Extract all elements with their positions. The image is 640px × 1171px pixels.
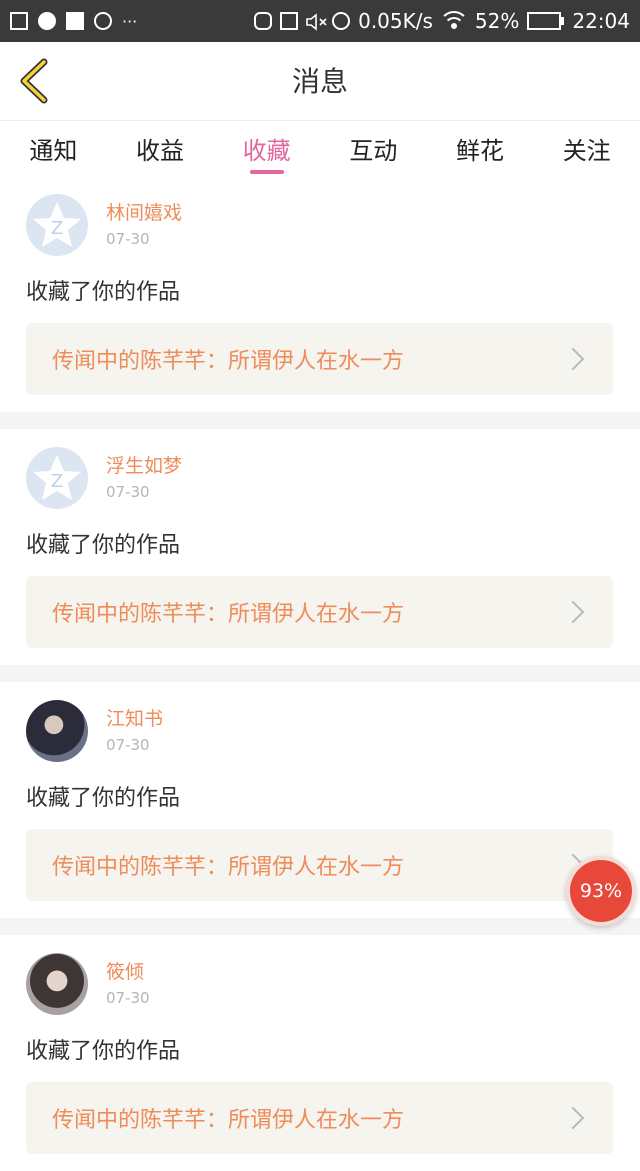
work-card[interactable]: 传闻中的陈芊芊：所谓伊人在水一方	[26, 576, 613, 648]
network-speed: 0.05K/s	[358, 9, 433, 33]
shield-icon	[254, 12, 273, 30]
user-name[interactable]: 筱倾	[106, 957, 144, 984]
message-date: 07-30	[106, 736, 150, 754]
message-date: 07-30	[106, 483, 150, 501]
alarm-icon	[332, 12, 351, 30]
message-list: Z 林间嬉戏 07-30 收藏了你的作品 传闻中的陈芊芊：所谓伊人在水一方 Z …	[0, 176, 640, 1171]
work-card[interactable]: 传闻中的陈芊芊：所谓伊人在水一方	[26, 1082, 613, 1154]
list-item: Z 林间嬉戏 07-30 收藏了你的作品 传闻中的陈芊芊：所谓伊人在水一方	[0, 176, 640, 412]
divider	[0, 665, 640, 682]
tab-favorites[interactable]: 收藏	[213, 121, 320, 176]
list-item: 江知书 07-30 收藏了你的作品 传闻中的陈芊芊：所谓伊人在水一方	[0, 682, 640, 918]
wifi-icon	[438, 11, 469, 31]
battery-icon	[527, 12, 565, 30]
user-name[interactable]: 江知书	[106, 704, 163, 731]
user-name[interactable]: 林间嬉戏	[106, 198, 182, 225]
status-bar: ··· 0.05K/s 52% 22:04	[0, 0, 640, 42]
avatar[interactable]	[26, 953, 88, 1015]
work-card[interactable]: 传闻中的陈芊芊：所谓伊人在水一方	[26, 323, 613, 395]
tab-notifications[interactable]: 通知	[0, 121, 107, 176]
default-avatar-icon: Z	[33, 202, 81, 247]
avatar[interactable]	[26, 700, 88, 762]
chevron-right-icon	[561, 1106, 585, 1130]
page-title: 消息	[291, 65, 348, 98]
message-date: 07-30	[106, 230, 150, 248]
action-text: 收藏了你的作品	[26, 533, 181, 558]
default-avatar-icon: Z	[33, 455, 81, 500]
mute-icon	[306, 12, 327, 31]
action-text: 收藏了你的作品	[26, 786, 181, 811]
tab-following[interactable]: 关注	[533, 121, 640, 176]
svg-text:Z: Z	[51, 471, 63, 492]
message-icon	[38, 12, 56, 30]
work-title: 传闻中的陈芊芊：所谓伊人在水一方	[52, 1108, 405, 1133]
clock: 22:04	[572, 9, 630, 33]
svg-text:Z: Z	[51, 218, 63, 239]
more-notifications: ···	[122, 11, 138, 31]
work-title: 传闻中的陈芊芊：所谓伊人在水一方	[52, 349, 405, 374]
floating-progress-badge[interactable]: 93%	[566, 856, 636, 926]
square-icon	[66, 12, 84, 30]
message-date: 07-30	[106, 989, 150, 1007]
chevron-right-icon	[561, 347, 585, 371]
tab-earnings[interactable]: 收益	[107, 121, 214, 176]
tab-flowers[interactable]: 鲜花	[427, 121, 534, 176]
battery-percent: 52%	[474, 9, 520, 33]
globe-icon	[94, 12, 112, 30]
avatar[interactable]: Z	[26, 194, 88, 256]
work-title: 传闻中的陈芊芊：所谓伊人在水一方	[52, 855, 405, 880]
chevron-right-icon	[561, 600, 585, 624]
list-item: Z 浮生如梦 07-30 收藏了你的作品 传闻中的陈芊芊：所谓伊人在水一方	[0, 429, 640, 665]
divider	[0, 918, 640, 935]
header: 消息	[0, 42, 640, 120]
avatar[interactable]: Z	[26, 447, 88, 509]
work-card[interactable]: 传闻中的陈芊芊：所谓伊人在水一方	[26, 829, 613, 901]
work-title: 传闻中的陈芊芊：所谓伊人在水一方	[52, 602, 405, 627]
tab-bar: 通知 收益 收藏 互动 鲜花 关注	[0, 120, 640, 176]
divider	[0, 412, 640, 429]
tab-interactions[interactable]: 互动	[320, 121, 427, 176]
location-icon	[280, 12, 299, 30]
user-name[interactable]: 浮生如梦	[106, 451, 182, 478]
image-icon	[10, 12, 28, 30]
list-item: 筱倾 07-30 收藏了你的作品 传闻中的陈芊芊：所谓伊人在水一方	[0, 935, 640, 1171]
action-text: 收藏了你的作品	[26, 280, 181, 305]
action-text: 收藏了你的作品	[26, 1039, 181, 1064]
